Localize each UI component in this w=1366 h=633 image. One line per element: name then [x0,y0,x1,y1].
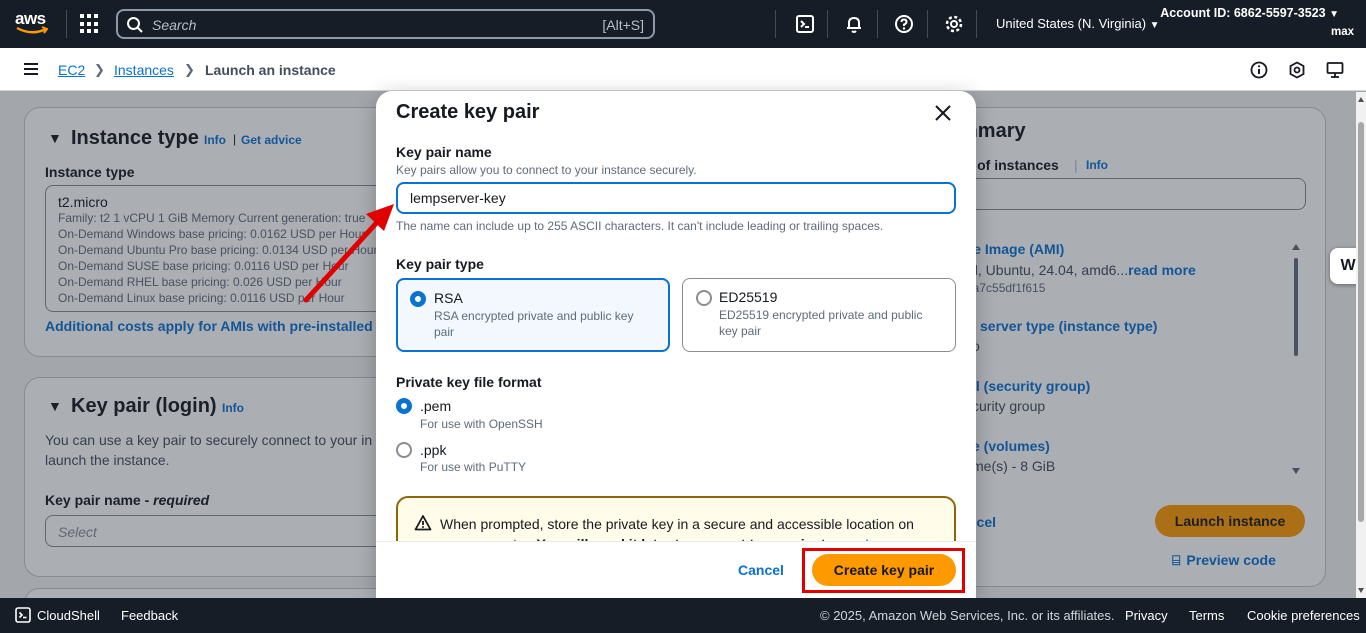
breadcrumb-bar: EC2 ❯ Instances ❯ Launch an instance [0,48,1366,91]
create-key-pair-dialog: Create key pair Key pair name Key pairs … [376,91,976,598]
account-id: Account ID: 6862-5597-3523 [1160,6,1326,20]
nav-divider [927,10,928,38]
search-shortcut: [Alt+S] [602,17,644,33]
aws-logo-text: aws [15,9,46,28]
key-pair-name-hint: The name can include up to 255 ASCII cha… [396,219,884,233]
key-pair-type-label: Key pair type [396,256,484,272]
footer-copyright: © 2025, Amazon Web Services, Inc. or its… [820,608,1115,623]
key-pair-name-input[interactable] [396,182,956,214]
page-footer: CloudShell Feedback © 2025, Amazon Web S… [0,598,1366,633]
search-placeholder: Search [152,17,197,33]
nav-divider [976,10,977,38]
help-icon[interactable] [894,14,914,34]
rsa-title: RSA [434,290,463,306]
ppk-radio[interactable] [396,442,412,458]
services-grid-icon[interactable] [80,14,100,34]
pem-title: .pem [420,398,452,414]
chevron-right-icon: ❯ [184,62,195,77]
aws-smile-icon [16,26,48,34]
account-user[interactable]: max [1331,26,1354,38]
region-label: United States (N. Virginia) [996,16,1147,31]
breadcrumb-ec2[interactable]: EC2 [58,62,85,78]
bell-icon[interactable] [844,14,864,34]
ppk-description: For use with PuTTY [420,460,527,474]
search-input[interactable]: Search [Alt+S] [116,9,655,39]
page-scrollbar[interactable] [1356,92,1366,598]
pem-radio[interactable] [396,398,412,414]
highlight-box [802,548,965,593]
rsa-description: RSA encrypted private and public key pai… [434,309,634,339]
warning-icon [414,515,432,531]
account-menu[interactable]: Account ID: 6862-5597-3523 ▼ [1160,6,1339,20]
key-pair-name-label: Key pair name [396,144,492,160]
ed25519-radio[interactable] [696,290,712,306]
pem-description: For use with OpenSSH [420,417,543,431]
top-navigation: aws Search [Alt+S] United States (N. Vir… [0,0,1366,48]
info-icon[interactable] [1250,61,1268,79]
nav-divider [877,10,878,38]
rsa-radio[interactable] [410,291,426,307]
ed25519-title: ED25519 [719,289,778,305]
breadcrumb-instances[interactable]: Instances [114,62,174,78]
aws-logo[interactable]: aws [15,9,49,36]
modal-title: Create key pair [396,101,540,123]
footer-cookie-preferences[interactable]: Cookie preferences [1247,608,1360,623]
footer-cloudshell[interactable]: CloudShell [37,608,100,623]
cloudshell-icon[interactable] [795,14,815,34]
ed25519-description: ED25519 encrypted private and public key… [719,308,923,338]
nav-divider [66,10,67,38]
close-icon[interactable] [933,103,953,123]
region-selector[interactable]: United States (N. Virginia) ▼ [996,16,1160,31]
cloudshell-icon[interactable] [15,607,31,623]
footer-terms[interactable]: Terms [1189,608,1224,623]
cancel-button[interactable]: Cancel [738,562,784,578]
private-key-format-label: Private key file format [396,374,542,390]
key-pair-name-description: Key pairs allow you to connect to your i… [396,163,697,177]
menu-icon[interactable] [24,63,38,75]
nav-divider [775,10,776,38]
key-type-rsa-tile[interactable]: RSA RSA encrypted private and public key… [396,278,670,352]
breadcrumb-current: Launch an instance [205,62,336,78]
footer-feedback[interactable]: Feedback [121,608,178,623]
ppk-title: .ppk [420,442,447,458]
monitor-settings-icon[interactable] [1326,61,1344,79]
chevron-right-icon: ❯ [94,62,105,77]
search-icon [127,17,143,33]
footer-privacy[interactable]: Privacy [1125,608,1168,623]
feedback-hex-icon[interactable] [1288,61,1306,79]
gear-icon[interactable] [944,14,964,34]
chevron-down-icon: ▼ [1149,20,1160,31]
nav-divider [827,10,828,38]
chevron-down-icon: ▼ [1329,9,1339,20]
key-type-ed25519-tile[interactable]: ED25519 ED25519 encrypted private and pu… [682,278,956,352]
